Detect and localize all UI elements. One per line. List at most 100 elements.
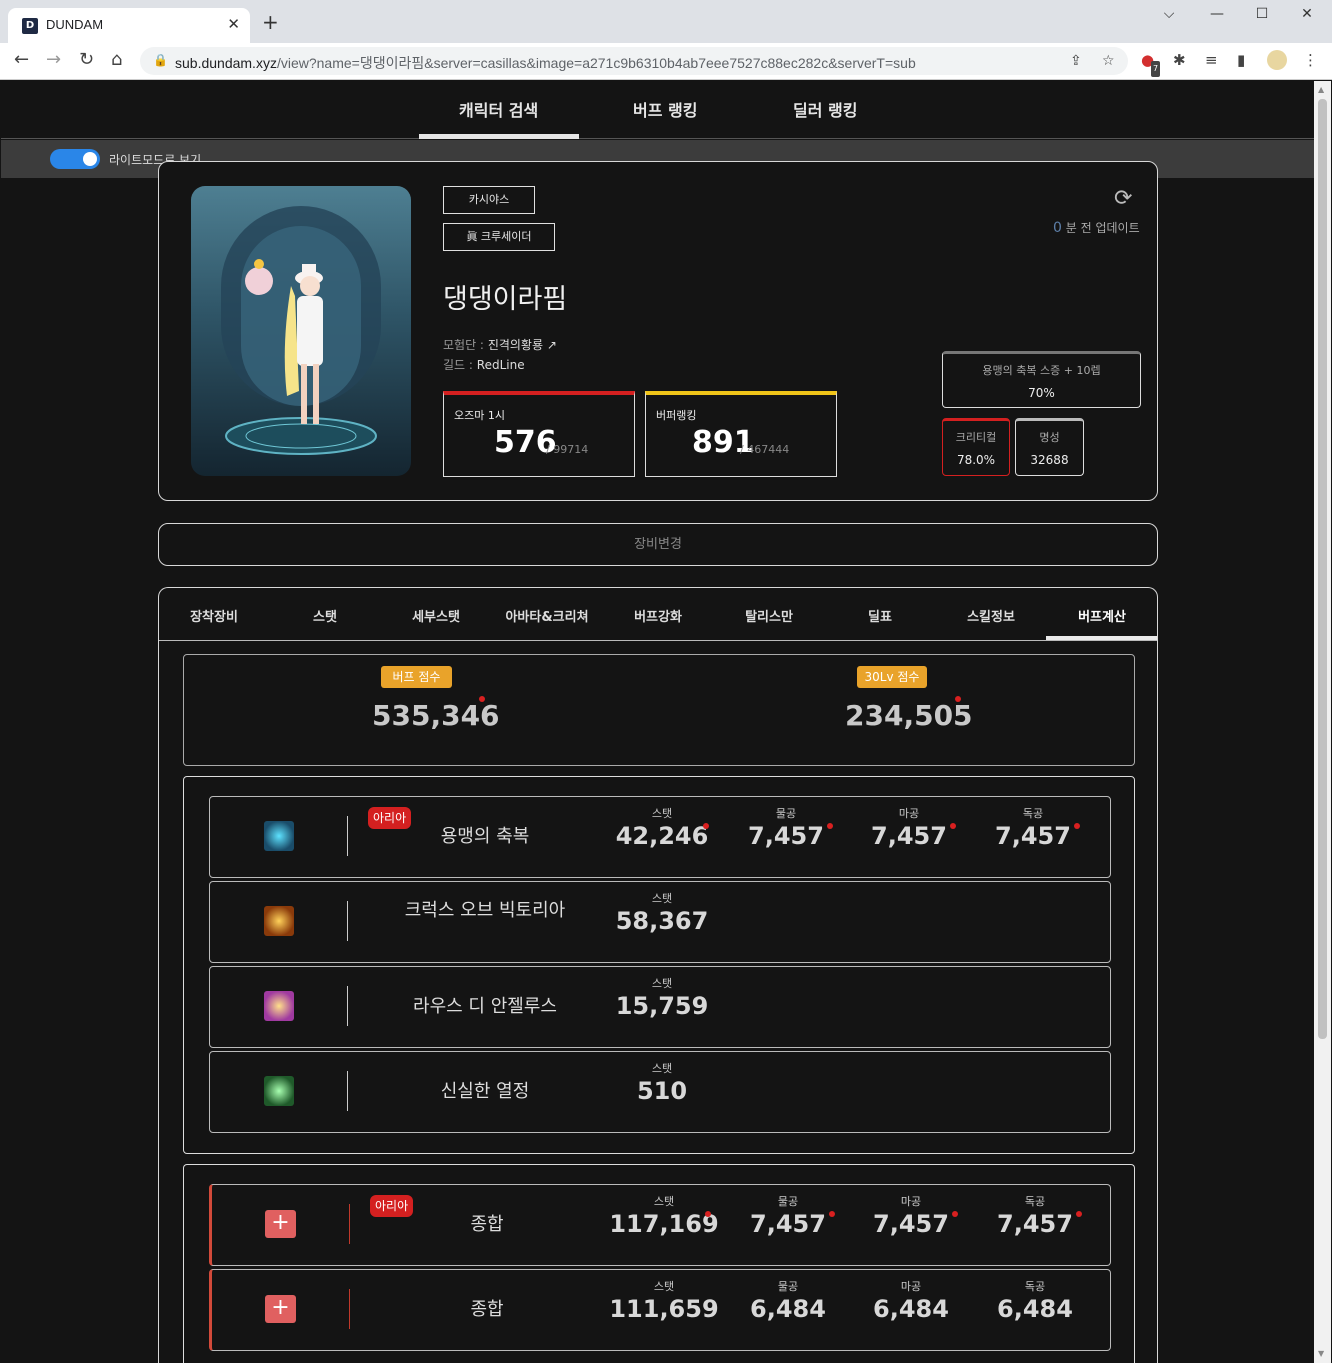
buff-score-badge: 버프 점수 [381,666,452,688]
ind-header: 독공 [1022,807,1044,820]
stat-header: 스탯 [653,1280,675,1293]
ind-value: 7,457 [997,1210,1073,1238]
character-portrait [191,186,411,476]
stat-value: 510 [636,1077,688,1105]
browser-menu-icon[interactable]: ⋮ [1303,52,1318,68]
value-dot [829,1211,835,1217]
skill-row[interactable]: 크럭스 오브 빅토리아 스탯 58,367 [209,881,1111,963]
skill-name: 크럭스 오브 빅토리아 [404,900,566,921]
tab-buff-enhance[interactable]: 버프강화 [603,606,713,625]
phys-header: 물공 [775,807,797,820]
reload-icon[interactable]: ↻ [79,51,94,69]
equip-change-button[interactable]: 장비변경 [158,523,1158,566]
media-queue-icon[interactable]: ≡ [1205,52,1218,68]
extension-badge-count: 7 [1151,61,1161,77]
ind-column: 독공 7,457 [980,1185,1090,1238]
buffer-total: / 467444 [740,443,790,456]
refresh-icon[interactable]: ⟳ [1114,186,1132,211]
tab-avatar-creature[interactable]: 아바타&크리쳐 [492,606,602,625]
page: 캐릭터 검색 버프 랭킹 딜러 랭킹 라이트모드로 보기 카시야스 眞 크루세이… [1,81,1314,1363]
ozma-rank-box[interactable]: 오즈마 1시 576 / 99714 [443,391,635,477]
external-link-icon[interactable]: ↗ [547,338,557,352]
home-icon[interactable]: ⌂ [111,51,122,69]
top-navigation: 캐릭터 검색 버프 랭킹 딜러 랭킹 [1,81,1314,139]
adventure-info: 모험단 : 진격의황룡 ↗ [443,336,557,353]
mag-header: 마공 [898,807,920,820]
extension-badge-icon[interactable]: ● 7 [1141,52,1161,77]
ozma-total: / 99714 [546,443,589,456]
profile-avatar[interactable] [1267,50,1287,70]
stat-value: 58,367 [615,907,709,935]
buffer-rank-box[interactable]: 버퍼랭킹 891 / 467444 [645,391,837,477]
minimize-icon[interactable]: — [1194,6,1240,26]
address-bar[interactable]: 🔒 sub.dundam.xyz/view?name=댕댕이라핌&server=… [140,47,1128,75]
crit-value: 78.0% [956,453,996,467]
maximize-icon[interactable]: ☐ [1239,6,1285,26]
tab-damage-table[interactable]: 딜표 [825,606,935,625]
expand-plus-icon[interactable]: + [265,1295,296,1323]
scroll-thumb[interactable] [1318,99,1327,1039]
window-close-icon[interactable]: ✕ [1284,6,1330,26]
stat-column: 스탯 15,759 [607,967,717,1020]
share-icon[interactable]: ⇪ [1070,53,1082,69]
buff-score-dot [479,696,485,702]
stat-value: 42,246 [615,822,709,850]
scroll-up-icon[interactable]: ▲ [1318,85,1324,94]
skill-name: 라우스 디 안젤루스 [413,996,557,1017]
skill-row[interactable]: 라우스 디 안젤루스 스탯 15,759 [209,966,1111,1048]
lightmode-toggle[interactable] [50,149,100,169]
sword-icon [264,821,294,851]
row-separator [347,901,348,941]
crux-icon [264,906,294,936]
url-text[interactable]: sub.dundam.xyz/view?name=댕댕이라핌&server=ca… [175,53,916,73]
total-name: 종합 [470,1214,504,1235]
ind-column: 독공 7,457 [978,797,1088,850]
tab-buff-calc[interactable]: 버프계산 [1047,606,1157,625]
page-scrollbar[interactable]: ▲ ▼ [1314,81,1331,1363]
browser-toolbar: ← → ↻ ⌂ 🔒 sub.dundam.xyz/view?name=댕댕이라핌… [0,43,1332,80]
nav-buff-ranking[interactable]: 버프 랭킹 [633,97,697,121]
tab-equipment[interactable]: 장착장비 [159,606,269,625]
scroll-down-icon[interactable]: ▼ [1318,1349,1324,1358]
tab-talisman[interactable]: 탈리스만 [714,606,824,625]
tab-stats[interactable]: 스탯 [270,606,380,625]
skill-row[interactable]: 아리아 용맹의 축복 스탯 42,246 물공 7,457 마공 7,457 독… [209,796,1111,878]
skill-row[interactable]: 신실한 열정 스탯 510 [209,1051,1111,1133]
tab-skill-info[interactable]: 스킬정보 [936,606,1046,625]
stat-value: 111,659 [609,1295,719,1323]
total-name: 종합 [470,1299,504,1320]
url-host: sub.dundam.xyz [175,55,277,71]
mag-value: 7,457 [871,822,947,850]
phys-header: 물공 [777,1280,799,1293]
tab-detailed-stats[interactable]: 세부스탯 [381,606,491,625]
fame-stat-box: 명성 32688 [1015,418,1084,476]
browser-tab[interactable]: D DUNDAM ✕ [8,8,250,43]
mag-column: 마공 6,484 [856,1270,966,1323]
stat-value: 15,759 [615,992,709,1020]
bookmark-star-icon[interactable]: ☆ [1102,53,1115,69]
tab-search-chevron-icon[interactable]: ⌵ [1146,6,1192,26]
total-row[interactable]: + 아리아 종합 스탯 117,169 물공 7,457 마공 7,457 독공 [209,1184,1111,1266]
side-panel-icon[interactable]: ▮ [1237,52,1245,68]
extensions-puzzle-icon[interactable]: ✱ [1173,52,1186,68]
total-row[interactable]: + 종합 스탯 111,659 물공 6,484 마공 6,484 독공 6,4… [209,1269,1111,1351]
nav-dealer-ranking[interactable]: 딜러 랭킹 [793,97,857,121]
skill-list-card: 아리아 용맹의 축복 스탯 42,246 물공 7,457 마공 7,457 독… [183,776,1135,1154]
mag-header: 마공 [900,1280,922,1293]
forward-icon[interactable]: → [46,51,61,69]
class-tag[interactable]: 眞 크루세이더 [443,223,555,251]
new-tab-icon[interactable]: + [262,12,279,32]
server-tag[interactable]: 카시야스 [443,186,535,214]
stat-header: 스탯 [651,807,673,820]
tab-close-icon[interactable]: ✕ [227,15,240,33]
mag-value: 7,457 [873,1210,949,1238]
back-icon[interactable]: ← [14,51,29,69]
lv30-score-value: 234,505 [845,699,973,732]
tab-active-underline [1046,636,1157,640]
guild-info: 길드 : RedLine [443,356,525,373]
expand-plus-icon[interactable]: + [265,1210,296,1238]
nav-character-search[interactable]: 캐릭터 검색 [459,97,538,121]
ozma-label: 오즈마 1시 [454,409,505,422]
adventure-value[interactable]: 진격의황룡 [488,338,543,352]
phys-value: 6,484 [750,1295,826,1323]
